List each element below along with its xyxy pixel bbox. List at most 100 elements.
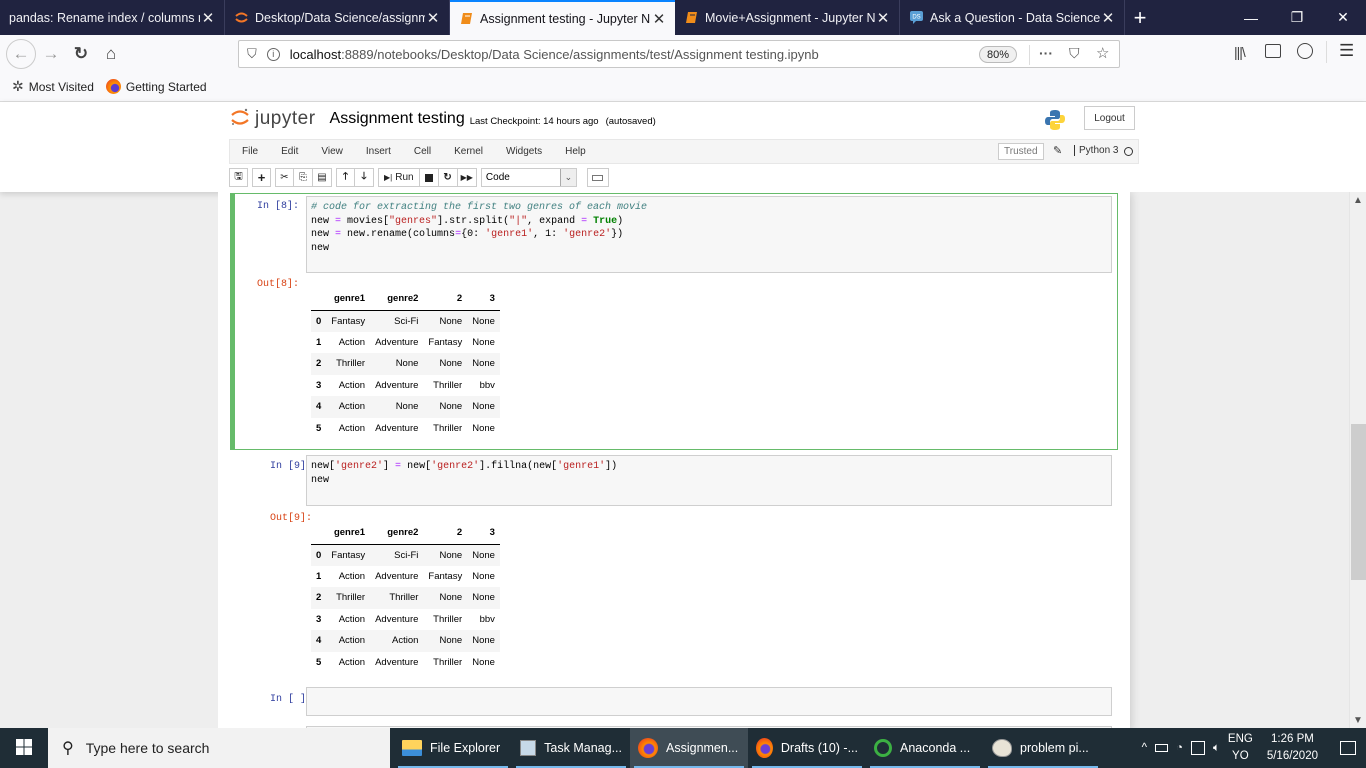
code-input[interactable]: new['genre2'] = new['genre2'].fillna(new… bbox=[306, 455, 1112, 506]
new-tab-button[interactable]: + bbox=[1125, 0, 1155, 35]
table-cell: None bbox=[472, 336, 495, 348]
info-icon[interactable]: i bbox=[266, 47, 280, 61]
close-tab-icon[interactable]: ✕ bbox=[651, 10, 667, 28]
shield-icon[interactable]: ⛉ bbox=[247, 46, 257, 62]
code-string: 'genre1' bbox=[557, 461, 606, 472]
close-tab-icon[interactable]: ✕ bbox=[1100, 9, 1116, 27]
notebook-name[interactable]: Assignment testing bbox=[330, 110, 465, 128]
code-input[interactable] bbox=[306, 687, 1112, 716]
network-icon[interactable] bbox=[1191, 741, 1205, 755]
code-cell[interactable]: In [9]: new['genre2'] = new['genre2'].fi… bbox=[230, 454, 1118, 674]
menu-kernel[interactable]: Kernel bbox=[442, 146, 494, 157]
taskbar-app-file-explorer[interactable]: File Explorer bbox=[394, 728, 512, 768]
code-cell-empty[interactable]: In [ ]: bbox=[230, 684, 1118, 724]
code-cell-selected[interactable]: In [8]: # code for extracting the first … bbox=[230, 193, 1118, 450]
start-button[interactable] bbox=[0, 728, 48, 768]
interrupt-button[interactable] bbox=[419, 168, 439, 187]
taskbar-app-firefox[interactable]: Drafts (10) -... bbox=[748, 728, 866, 768]
close-tab-icon[interactable]: ✕ bbox=[875, 9, 891, 27]
bookmark-most-visited[interactable]: ✲ Most Visited bbox=[12, 78, 94, 95]
zoom-level-badge[interactable]: 80% bbox=[979, 46, 1017, 63]
taskbar-search[interactable]: ⚲ Type here to search bbox=[48, 728, 390, 768]
taskbar-app-task-manager[interactable]: Task Manag... bbox=[512, 728, 630, 768]
insert-cell-button[interactable]: + bbox=[252, 168, 271, 187]
bookmark-star-icon[interactable]: ☆ bbox=[1096, 44, 1109, 62]
column-header bbox=[311, 288, 327, 311]
close-tab-icon[interactable]: ✕ bbox=[425, 9, 441, 27]
logout-button[interactable]: Logout bbox=[1084, 106, 1135, 130]
browser-tab[interactable]: pandas: Rename index / columns n ✕ bbox=[0, 0, 225, 35]
minimize-icon[interactable]: — bbox=[1228, 0, 1274, 35]
browser-tab[interactable]: Desktop/Data Science/assignm ✕ bbox=[225, 0, 450, 35]
cut-button[interactable]: ✂ bbox=[275, 168, 294, 187]
menu-view[interactable]: View bbox=[309, 146, 354, 157]
restart-run-all-button[interactable]: ▶▶ bbox=[457, 168, 477, 187]
menu-insert[interactable]: Insert bbox=[354, 146, 402, 157]
menu-help[interactable]: Help bbox=[553, 146, 597, 157]
wifi-icon[interactable]: ◔ bbox=[1176, 742, 1183, 754]
restore-icon[interactable]: ❐ bbox=[1274, 0, 1320, 35]
url-host: localhost bbox=[289, 46, 342, 62]
volume-icon[interactable]: 🔈︎ bbox=[1213, 742, 1220, 755]
paste-button[interactable]: ▤ bbox=[313, 168, 332, 187]
reload-button[interactable]: ↻ bbox=[66, 39, 96, 69]
code-input[interactable]: # code for extracting the first two genr… bbox=[306, 196, 1112, 273]
run-button[interactable]: ▶| Run bbox=[378, 168, 420, 187]
row-index: 5 bbox=[316, 422, 322, 434]
forward-button[interactable]: → bbox=[36, 39, 66, 69]
app-label: Drafts (10) -... bbox=[780, 741, 858, 755]
browser-tab-active[interactable]: Assignment testing - Jupyter N ✕ bbox=[450, 0, 675, 35]
table-cell: Fantasy bbox=[428, 570, 463, 582]
row-index: 4 bbox=[316, 635, 322, 647]
browser-tab[interactable]: Movie+Assignment - Jupyter N ✕ bbox=[675, 0, 900, 35]
library-icon[interactable]: |||\ bbox=[1234, 44, 1246, 60]
sidebar-icon[interactable] bbox=[1265, 44, 1281, 58]
move-up-button[interactable]: 🡑 bbox=[336, 168, 355, 187]
url-bar[interactable]: ⛉ i localhost:8889/notebooks/Desktop/Dat… bbox=[238, 40, 1120, 68]
show-hidden-icons-icon[interactable]: ^ bbox=[1142, 742, 1147, 754]
folder-icon bbox=[402, 740, 422, 756]
taskbar-app-paint[interactable]: problem pi... bbox=[984, 728, 1102, 768]
taskbar-app-anaconda[interactable]: Anaconda ... bbox=[866, 728, 984, 768]
move-down-button[interactable]: 🡓 bbox=[355, 168, 374, 187]
close-window-icon[interactable]: ✕ bbox=[1320, 0, 1366, 35]
row-index: 0 bbox=[316, 549, 322, 561]
save-button[interactable]: 🖫 bbox=[229, 168, 248, 187]
edit-pencil-icon[interactable]: ✎ bbox=[1053, 144, 1062, 157]
jupyter-logo-text[interactable]: jupyter bbox=[255, 108, 316, 130]
cell-type-select[interactable]: Code ⌄ bbox=[480, 168, 577, 187]
page-scrollbar[interactable]: ▲ ▼ bbox=[1349, 192, 1366, 728]
table-cell: Thriller bbox=[433, 422, 463, 434]
pocket-icon[interactable]: ⛉ bbox=[1069, 45, 1080, 62]
close-tab-icon[interactable]: ✕ bbox=[200, 9, 216, 27]
jupyter-logo-icon[interactable] bbox=[230, 107, 250, 132]
trusted-badge[interactable]: Trusted bbox=[998, 143, 1044, 160]
menu-widgets[interactable]: Widgets bbox=[494, 146, 553, 157]
language-indicator[interactable]: ENG YO bbox=[1228, 731, 1253, 765]
menu-cell[interactable]: Cell bbox=[402, 146, 442, 157]
menu-file[interactable]: File bbox=[230, 146, 269, 157]
taskbar-app-firefox-active[interactable]: Assignmen... bbox=[630, 728, 748, 768]
page-actions-icon[interactable]: ··· bbox=[1039, 45, 1053, 61]
home-button[interactable]: ⌂ bbox=[96, 39, 126, 69]
account-icon[interactable] bbox=[1297, 43, 1313, 59]
copy-button[interactable]: ⎘ bbox=[294, 168, 313, 187]
back-button[interactable]: ← bbox=[6, 38, 36, 69]
notifications-icon[interactable] bbox=[1340, 741, 1356, 755]
bookmark-getting-started[interactable]: Getting Started bbox=[105, 79, 207, 94]
command-palette-button[interactable] bbox=[586, 168, 609, 187]
scroll-down-icon[interactable]: ▼ bbox=[1350, 712, 1366, 728]
scrollbar-thumb[interactable] bbox=[1351, 423, 1366, 580]
table-cell: Sci-Fi bbox=[394, 549, 419, 561]
menu-edit[interactable]: Edit bbox=[269, 146, 309, 157]
browser-tab[interactable]: DS Ask a Question - Data Science S ✕ bbox=[900, 0, 1125, 35]
code-text: , expand bbox=[527, 215, 582, 227]
restart-button[interactable]: ↻ bbox=[438, 168, 458, 187]
clock[interactable]: 1:26 PM 5/16/2020 bbox=[1267, 731, 1318, 765]
scroll-up-icon[interactable]: ▲ bbox=[1350, 192, 1366, 208]
input-prompt: In [ ]: bbox=[269, 694, 312, 705]
windows-logo-icon bbox=[16, 738, 32, 758]
table-cell: Action bbox=[338, 656, 366, 668]
battery-icon[interactable] bbox=[1155, 744, 1169, 752]
menu-icon[interactable]: ☰ bbox=[1339, 41, 1354, 61]
